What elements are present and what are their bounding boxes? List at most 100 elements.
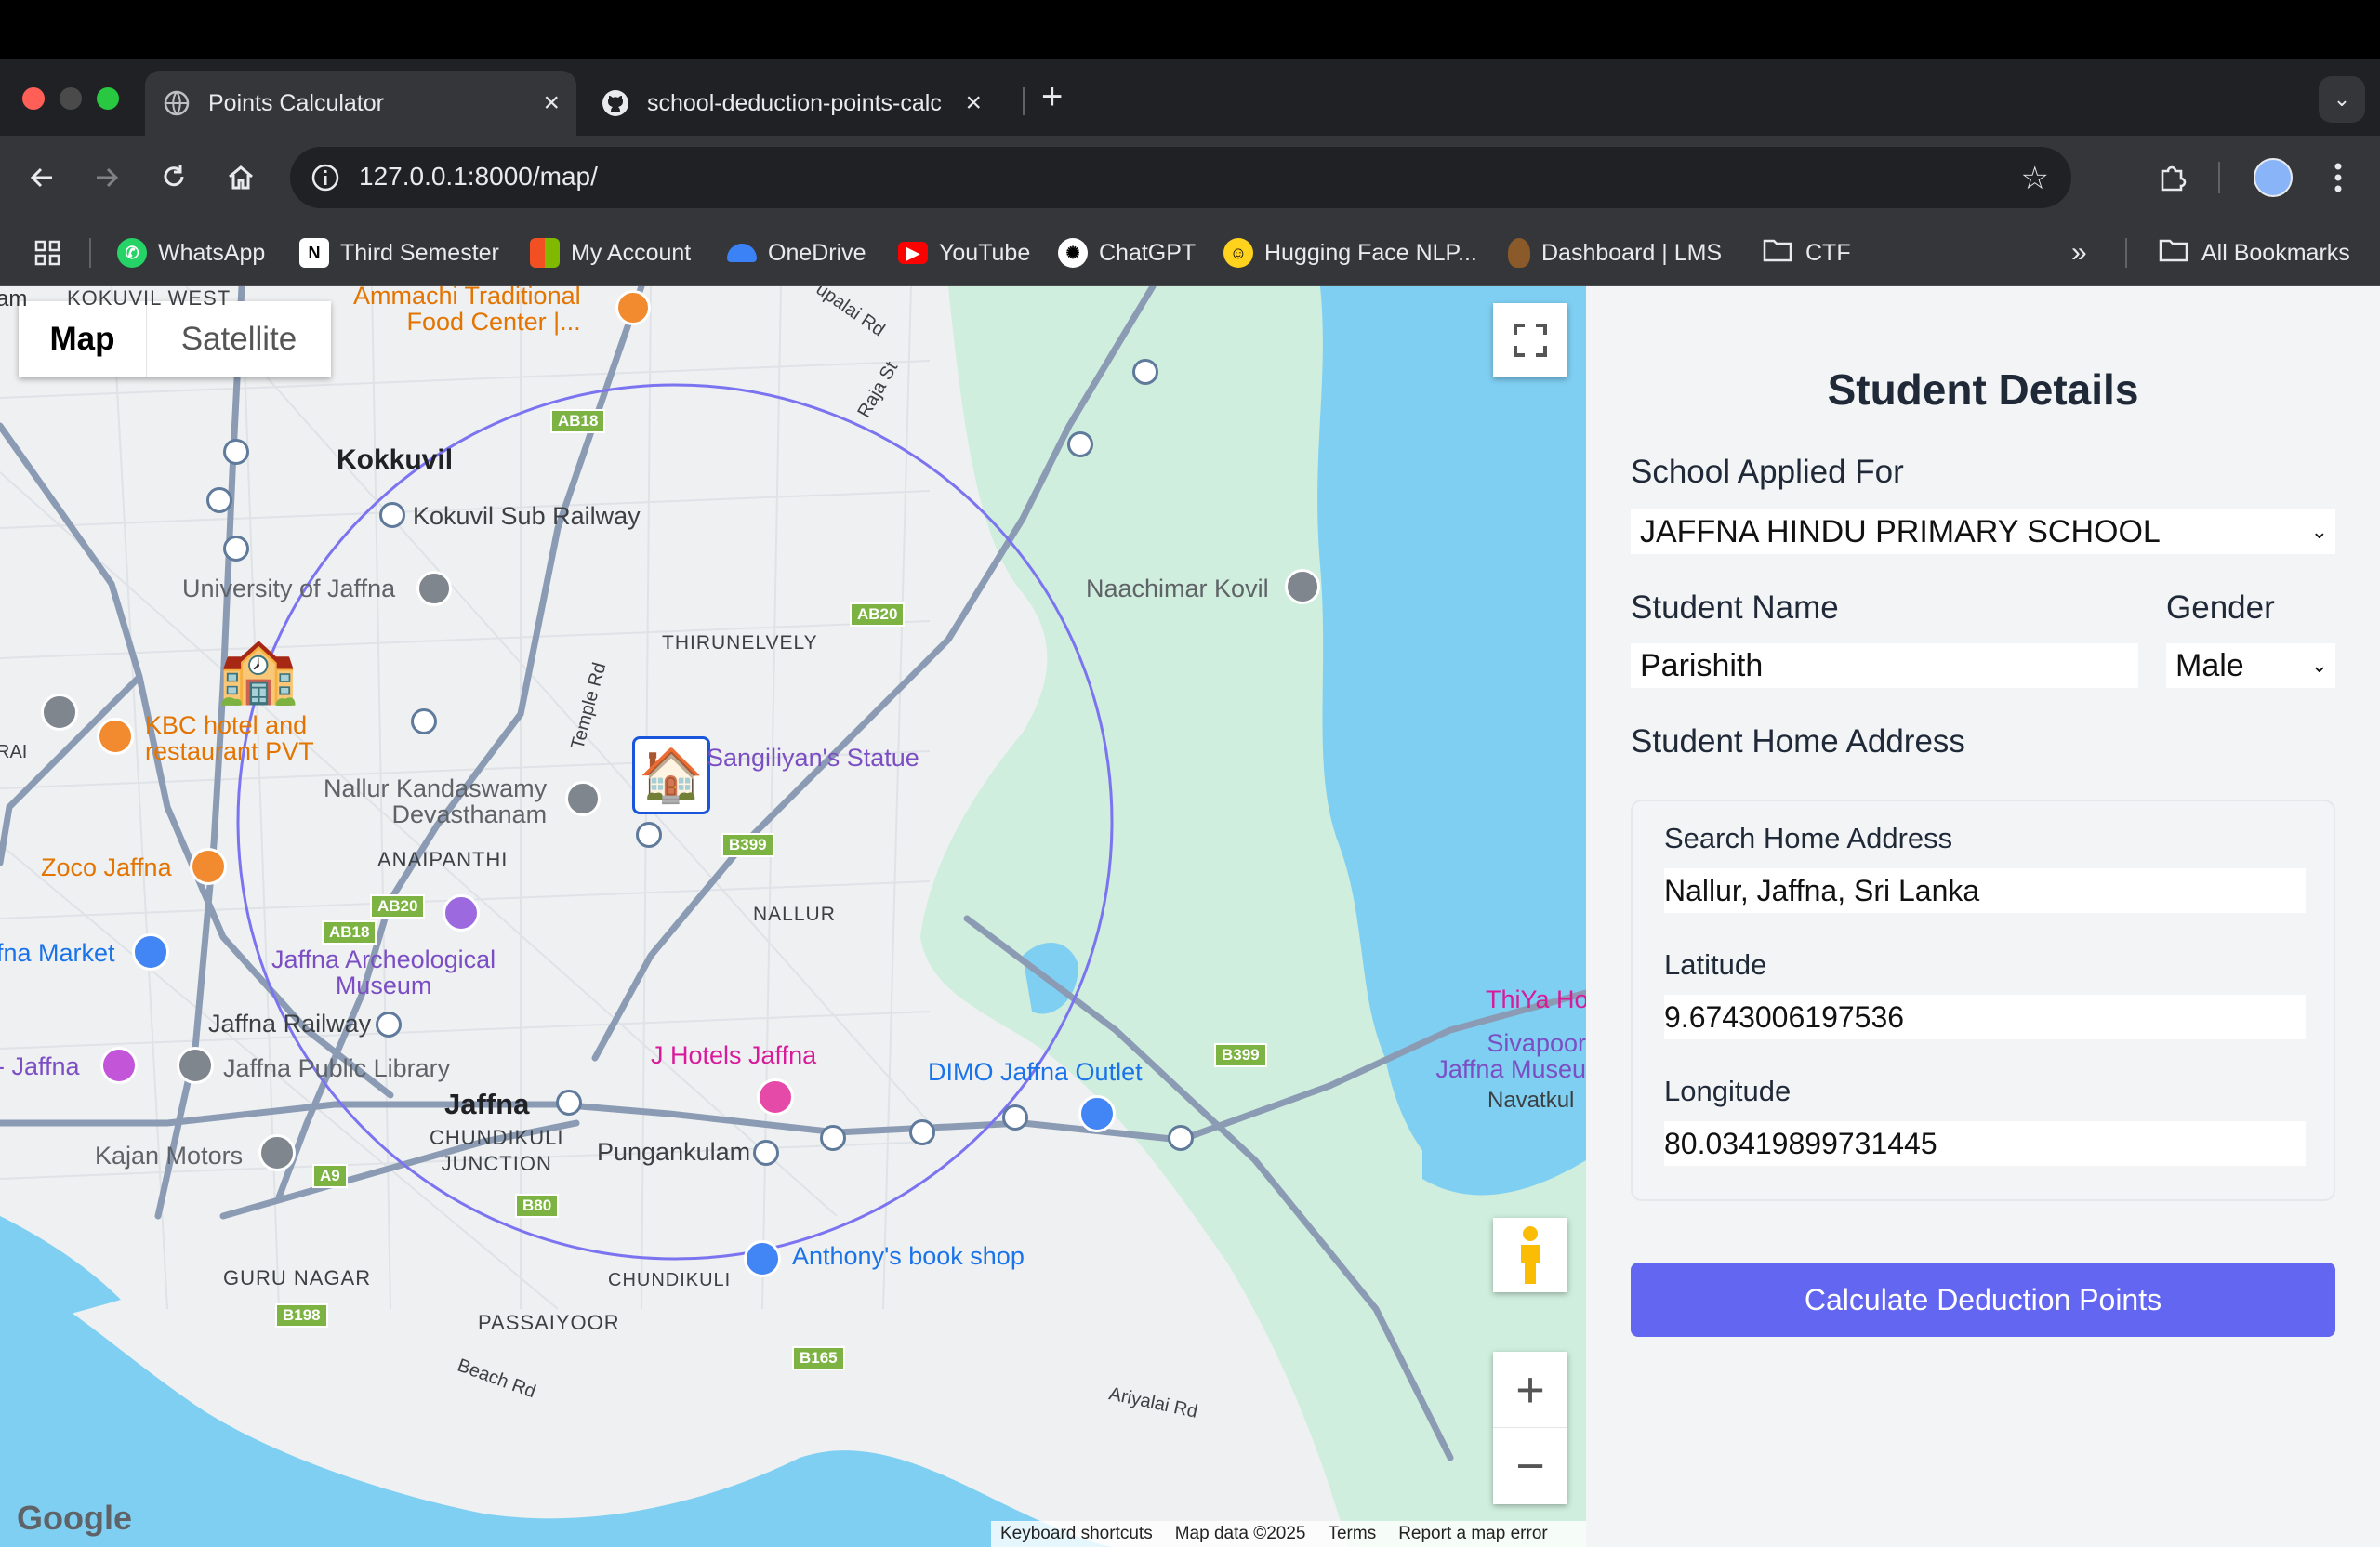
close-tab-icon[interactable]: × bbox=[965, 87, 982, 119]
more-menu-icon[interactable] bbox=[2315, 154, 2361, 201]
library-pin-icon[interactable] bbox=[177, 1047, 214, 1084]
bookmark-label: ChatGPT bbox=[1099, 239, 1197, 266]
bookmark-ctf[interactable]: CTF bbox=[1763, 236, 1851, 270]
apps-icon[interactable] bbox=[33, 236, 61, 270]
bookmark-chatgpt[interactable]: ✺ ChatGPT bbox=[1058, 236, 1196, 270]
bus-stop-icon[interactable] bbox=[379, 502, 405, 528]
zoom-out-button[interactable]: − bbox=[1493, 1428, 1567, 1504]
bookmark-star-icon[interactable]: ☆ bbox=[2021, 160, 2049, 197]
zoom-in-button[interactable]: + bbox=[1493, 1352, 1567, 1428]
bus-stop-icon[interactable] bbox=[820, 1125, 846, 1151]
shopping-pin-icon[interactable] bbox=[1078, 1095, 1116, 1132]
museum-pin-icon[interactable] bbox=[443, 894, 480, 932]
reload-icon[interactable] bbox=[151, 154, 197, 201]
bookmark-dashboard-lms[interactable]: Dashboard | LMS bbox=[1508, 236, 1722, 270]
shopping-pin-icon[interactable] bbox=[132, 933, 169, 971]
fullscreen-button[interactable] bbox=[1493, 303, 1567, 377]
bus-stop-icon[interactable] bbox=[753, 1140, 779, 1166]
search-address-input[interactable]: Nallur, Jaffna, Sri Lanka bbox=[1664, 868, 2306, 913]
site-info-icon[interactable] bbox=[311, 163, 340, 197]
camera-pin-icon[interactable] bbox=[100, 1047, 138, 1084]
bus-stop-icon[interactable] bbox=[1002, 1104, 1028, 1130]
map-label: GURU NAGAR bbox=[223, 1266, 372, 1289]
bus-stop-icon[interactable] bbox=[223, 536, 249, 562]
restaurant-pin-icon[interactable] bbox=[190, 848, 227, 885]
bookmark-label: CTF bbox=[1805, 239, 1851, 266]
latitude-input[interactable]: 9.6743006197536 bbox=[1664, 995, 2306, 1039]
maximize-window-button[interactable] bbox=[97, 87, 119, 110]
cloud-icon bbox=[727, 244, 757, 262]
extensions-icon[interactable] bbox=[2149, 154, 2196, 201]
all-bookmarks[interactable]: All Bookmarks bbox=[2159, 236, 2350, 270]
new-tab-button[interactable]: + bbox=[1041, 76, 1063, 118]
map-label: Sivapoor Jaffna Museu bbox=[1435, 1030, 1586, 1082]
bookmark-hugging-face[interactable]: ☺ Hugging Face NLP... bbox=[1223, 236, 1477, 270]
map-label: PASSAIYOOR bbox=[478, 1311, 620, 1334]
map-label: CHUNDIKULI JUNCTION bbox=[430, 1126, 564, 1175]
temple-pin-icon[interactable] bbox=[1285, 569, 1320, 604]
map-label: Kokuvil Sub Railway bbox=[413, 502, 641, 530]
tab-points-calculator[interactable]: Points Calculator × bbox=[145, 71, 576, 136]
map-type-satellite-button[interactable]: Satellite bbox=[147, 301, 331, 377]
map-label: DIMO Jaffna Outlet bbox=[928, 1058, 1143, 1086]
bookmark-whatsapp[interactable]: ✆ WhatsApp bbox=[117, 236, 265, 270]
map-type-map-button[interactable]: Map bbox=[19, 301, 147, 377]
bookmark-label: My Account bbox=[571, 239, 692, 266]
hotel-pin-icon[interactable] bbox=[757, 1078, 794, 1116]
bus-stop-icon[interactable] bbox=[909, 1119, 935, 1145]
temple-pin-icon[interactable] bbox=[565, 781, 601, 816]
bus-stop-icon[interactable] bbox=[411, 708, 437, 734]
bus-stop-icon[interactable] bbox=[556, 1090, 582, 1116]
map-label: Sangiliyan's Statue bbox=[707, 744, 919, 772]
location-pin-icon[interactable] bbox=[258, 1134, 296, 1171]
tab-github[interactable]: school-deduction-points-calc × bbox=[586, 71, 1004, 136]
school-select[interactable]: JAFFNA HINDU PRIMARY SCHOOL ⌄ bbox=[1631, 509, 2335, 554]
bus-stop-icon[interactable] bbox=[206, 487, 232, 513]
back-icon[interactable] bbox=[19, 154, 65, 201]
tab-divider bbox=[1023, 87, 1025, 115]
street-view-pegman[interactable] bbox=[1493, 1218, 1567, 1292]
student-name-input[interactable]: Parishith bbox=[1631, 643, 2138, 688]
google-map[interactable]: Map Satellite + − am KOKUVIL WEST Ammach… bbox=[0, 286, 1586, 1547]
report-error-link[interactable]: Report a map error bbox=[1398, 1524, 1548, 1544]
close-window-button[interactable] bbox=[22, 87, 45, 110]
bus-stop-icon[interactable] bbox=[376, 1012, 402, 1038]
home-marker-icon[interactable]: 🏠 bbox=[632, 736, 710, 814]
calculate-deduction-button[interactable]: Calculate Deduction Points bbox=[1631, 1263, 2335, 1337]
bus-stop-icon[interactable] bbox=[1132, 359, 1158, 385]
university-pin-icon[interactable] bbox=[416, 571, 452, 606]
microsoft-icon bbox=[530, 238, 560, 268]
bookmark-youtube[interactable]: ▶ YouTube bbox=[898, 236, 1030, 270]
restaurant-pin-icon[interactable] bbox=[615, 290, 651, 325]
map-label: University of Jaffna bbox=[182, 575, 396, 602]
address-bar[interactable]: 127.0.0.1:8000/map/ ☆ bbox=[290, 147, 2071, 208]
terms-link[interactable]: Terms bbox=[1328, 1524, 1376, 1544]
bookmark-third-semester[interactable]: N Third Semester bbox=[299, 236, 499, 270]
tab-search-button[interactable]: ⌄ bbox=[2319, 76, 2365, 123]
longitude-input[interactable]: 80.03419899731445 bbox=[1664, 1121, 2306, 1166]
road-shield: AB18 bbox=[322, 920, 377, 945]
shopping-pin-icon[interactable] bbox=[744, 1240, 781, 1277]
bus-stop-icon[interactable] bbox=[1168, 1125, 1194, 1151]
home-icon[interactable] bbox=[218, 154, 264, 201]
bus-stop-icon[interactable] bbox=[636, 822, 662, 848]
more-bookmarks-icon[interactable]: » bbox=[2071, 236, 2087, 270]
bookmark-label: Third Semester bbox=[340, 239, 499, 266]
bus-stop-icon[interactable] bbox=[1067, 431, 1093, 457]
school-marker-icon[interactable]: 🏫 bbox=[212, 623, 305, 716]
chevron-down-icon: ⌄ bbox=[2310, 520, 2328, 543]
close-tab-icon[interactable]: × bbox=[543, 87, 560, 119]
gender-select[interactable]: Male ⌄ bbox=[2166, 643, 2335, 688]
restaurant-pin-icon[interactable] bbox=[97, 718, 134, 755]
map-label: am bbox=[0, 286, 28, 311]
forward-icon[interactable] bbox=[84, 154, 130, 201]
bookmark-onedrive[interactable]: OneDrive bbox=[727, 236, 866, 270]
bookmark-my-account[interactable]: My Account bbox=[530, 236, 691, 270]
keyboard-shortcuts-link[interactable]: Keyboard shortcuts bbox=[1000, 1524, 1153, 1544]
bus-stop-icon[interactable] bbox=[223, 439, 249, 465]
longitude-label: Longitude bbox=[1664, 1075, 1792, 1107]
pegman-icon bbox=[1521, 1226, 1540, 1284]
school-pin-icon[interactable] bbox=[41, 694, 78, 731]
minimize-window-button[interactable] bbox=[60, 87, 82, 110]
profile-avatar[interactable] bbox=[2254, 158, 2293, 197]
